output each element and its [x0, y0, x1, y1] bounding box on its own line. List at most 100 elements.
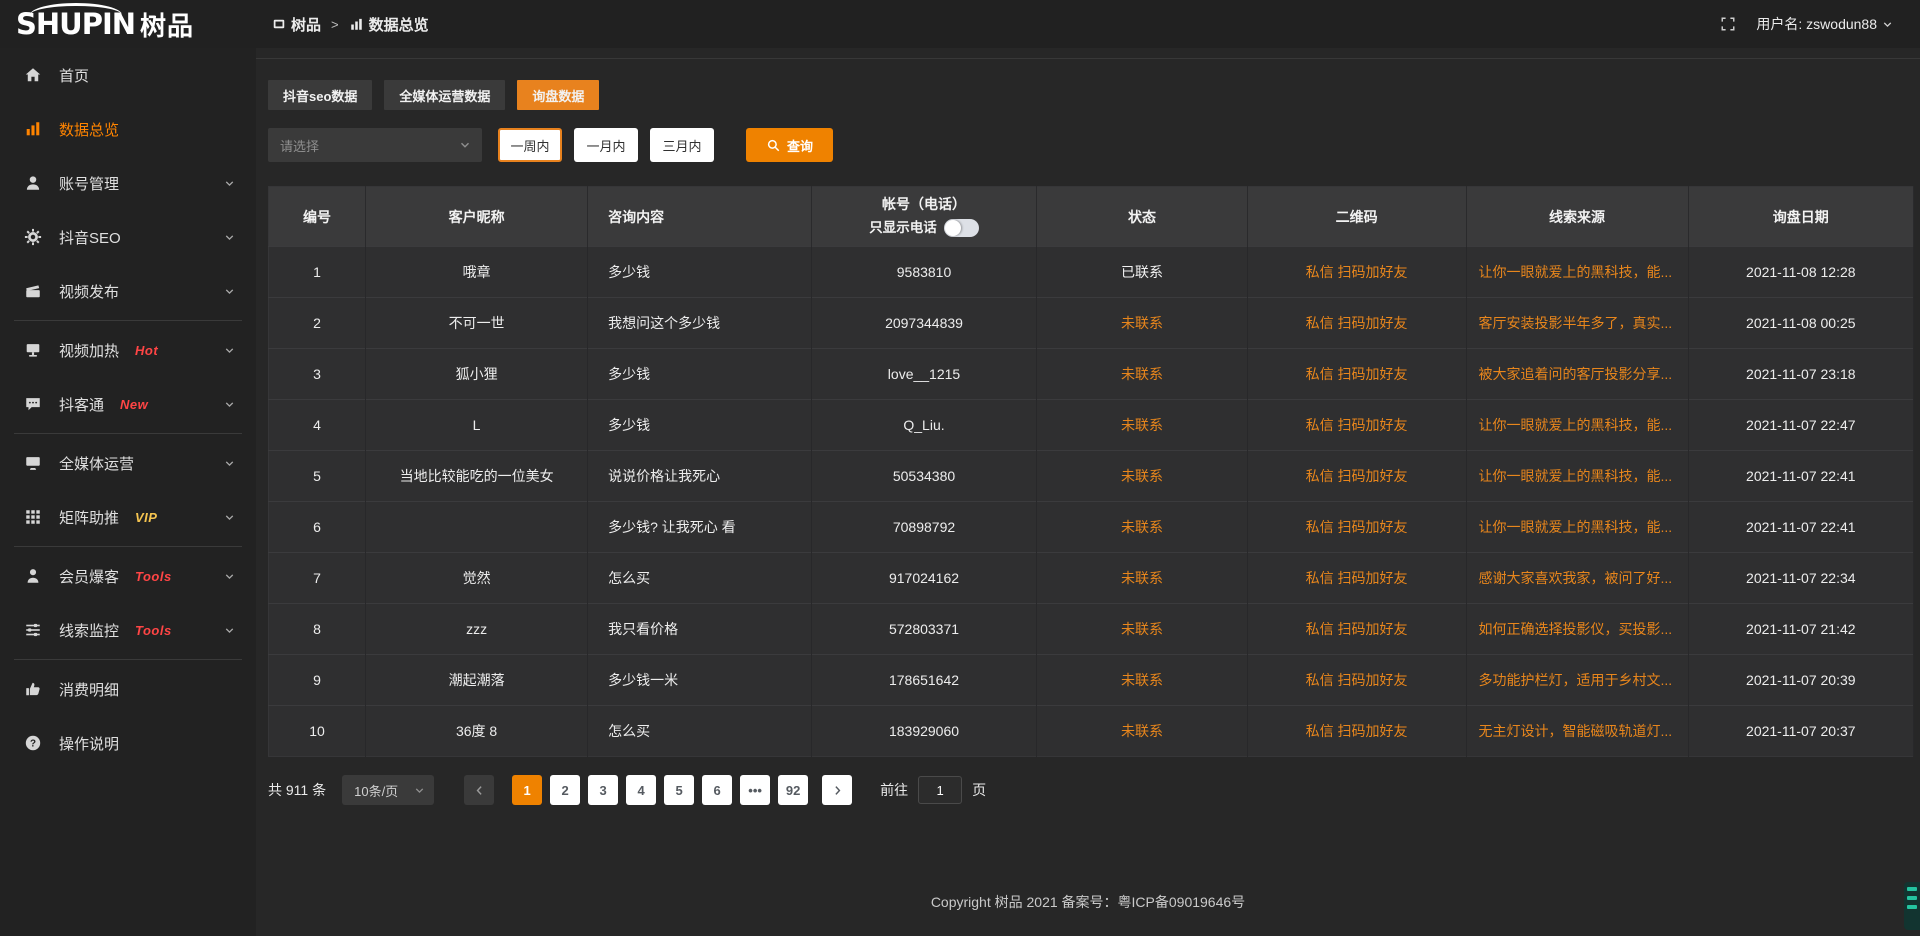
breadcrumb-data-overview[interactable]: 数据总览: [349, 14, 429, 35]
sidebar-item-matrix-boost[interactable]: 矩阵助推 VIP: [0, 490, 256, 544]
widget-icon: [272, 17, 286, 31]
sidebar-item-video-publish[interactable]: 视频发布: [0, 264, 256, 318]
tab-media-ops-data[interactable]: 全媒体运营数据: [384, 80, 505, 110]
cell-source-link[interactable]: 让你一眼就爱上的黑科技，能...: [1466, 247, 1688, 298]
tab-douyin-seo-data[interactable]: 抖音seo数据: [268, 80, 372, 110]
cell-status: 未联系: [1037, 604, 1248, 655]
cell-content: 多少钱: [588, 400, 812, 451]
goto-page-input[interactable]: [918, 776, 962, 804]
sidebar-item-label: 消费明细: [59, 679, 119, 700]
table-row: 8 zzz 我只看价格 572803371 未联系 私信 扫码加好友 如何正确选…: [269, 604, 1914, 655]
cell-qr-links[interactable]: 私信 扫码加好友: [1247, 247, 1466, 298]
cell-source-link[interactable]: 无主灯设计，智能磁吸轨道灯...: [1466, 706, 1688, 757]
fullscreen-icon: [1720, 16, 1736, 32]
fullscreen-button[interactable]: [1720, 16, 1736, 32]
sidebar-item-account-manage[interactable]: 账号管理: [0, 156, 256, 210]
sidebar-item-media-ops[interactable]: 全媒体运营: [0, 436, 256, 490]
col-nickname: 客户昵称: [366, 187, 588, 247]
cell-date: 2021-11-07 20:39: [1688, 655, 1913, 706]
sidebar-item-home[interactable]: 首页: [0, 48, 256, 102]
goto-suffix: 页: [972, 780, 986, 800]
period-three-month[interactable]: 三月内: [650, 128, 714, 162]
cell-account: 70898792: [811, 502, 1036, 553]
period-month[interactable]: 一月内: [574, 128, 638, 162]
tab-inquiry-data[interactable]: 询盘数据: [517, 80, 599, 110]
sidebar-item-help[interactable]: 操作说明: [0, 716, 256, 770]
sidebar-item-douketong[interactable]: 抖客通 New: [0, 377, 256, 431]
cell-qr-links[interactable]: 私信 扫码加好友: [1247, 349, 1466, 400]
cell-source-link[interactable]: 感谢大家喜欢我家，被问了好...: [1466, 553, 1688, 604]
next-page-button[interactable]: [822, 775, 852, 805]
page-5[interactable]: 5: [664, 775, 694, 805]
user-menu[interactable]: 用户名: zswodun88: [1756, 14, 1894, 34]
cell-qr-links[interactable]: 私信 扫码加好友: [1247, 400, 1466, 451]
cell-content: 多少钱? 让我死心 看: [588, 502, 812, 553]
logo-text-cn: 树品: [140, 6, 194, 43]
table-row: 4 L 多少钱 Q_Liu. 未联系 私信 扫码加好友 让你一眼就爱上的黑科技，…: [269, 400, 1914, 451]
sidebar-item-clue-monitor[interactable]: 线索监控 Tools: [0, 603, 256, 657]
page-4[interactable]: 4: [626, 775, 656, 805]
page-size-select[interactable]: 10条/页: [342, 775, 434, 805]
sidebar-item-label: 线索监控: [59, 620, 119, 641]
filter-select[interactable]: 请选择: [268, 128, 482, 162]
cell-content: 怎么买: [588, 706, 812, 757]
period-week[interactable]: 一周内: [498, 128, 562, 162]
gear-icon: [24, 228, 44, 246]
cell-status: 未联系: [1037, 655, 1248, 706]
cell-source-link[interactable]: 让你一眼就爱上的黑科技，能...: [1466, 502, 1688, 553]
prev-page-button[interactable]: [464, 775, 494, 805]
page-92[interactable]: 92: [778, 775, 808, 805]
cell-qr-links[interactable]: 私信 扫码加好友: [1247, 553, 1466, 604]
table-row: 5 当地比较能吃的一位美女 说说价格让我死心 50534380 未联系 私信 扫…: [269, 451, 1914, 502]
page-more[interactable]: •••: [740, 775, 770, 805]
cell-nickname: 潮起潮落: [366, 655, 588, 706]
pagination: 共 911 条 10条/页 1 2 3 4 5: [268, 775, 1914, 805]
page-3[interactable]: 3: [588, 775, 618, 805]
sidebar-item-consume-detail[interactable]: 消费明细: [0, 662, 256, 716]
grid-icon: [24, 508, 44, 526]
sidebar-item-member-baoke[interactable]: 会员爆客 Tools: [0, 549, 256, 603]
bar-chart-icon: [24, 120, 44, 138]
cell-qr-links[interactable]: 私信 扫码加好友: [1247, 604, 1466, 655]
cell-qr-links[interactable]: 私信 扫码加好友: [1247, 502, 1466, 553]
main-content: 抖音seo数据 全媒体运营数据 询盘数据 请选择 一周内 一月内 三月内: [256, 48, 1920, 936]
cell-source-link[interactable]: 多功能护栏灯，适用于乡村文...: [1466, 655, 1688, 706]
cell-date: 2021-11-07 21:42: [1688, 604, 1913, 655]
chat-widget[interactable]: [1904, 882, 1920, 930]
col-no: 编号: [269, 187, 366, 247]
filter-select-placeholder: 请选择: [280, 136, 319, 155]
cell-no: 7: [269, 553, 366, 604]
cell-qr-links[interactable]: 私信 扫码加好友: [1247, 655, 1466, 706]
cell-source-link[interactable]: 被大家追着问的客厅投影分享...: [1466, 349, 1688, 400]
sidebar-divider: [14, 320, 242, 321]
page-6[interactable]: 6: [702, 775, 732, 805]
page-2[interactable]: 2: [550, 775, 580, 805]
cell-source-link[interactable]: 如何正确选择投影仪，买投影...: [1466, 604, 1688, 655]
cell-source-link[interactable]: 让你一眼就爱上的黑科技，能...: [1466, 451, 1688, 502]
cell-nickname: 不可一世: [366, 298, 588, 349]
breadcrumb-separator: >: [331, 17, 339, 32]
chevron-down-icon: [223, 344, 236, 357]
footer-copyright: Copyright 树品 2021 备案号：粤ICP备09019646号: [256, 892, 1920, 912]
search-button[interactable]: 查询: [746, 128, 833, 162]
cell-source-link[interactable]: 客厅安装投影半年多了，真实...: [1466, 298, 1688, 349]
breadcrumb-home[interactable]: 树品: [272, 14, 321, 35]
sidebar-divider: [14, 433, 242, 434]
cell-date: 2021-11-07 22:41: [1688, 502, 1913, 553]
cell-qr-links[interactable]: 私信 扫码加好友: [1247, 298, 1466, 349]
phone-only-toggle[interactable]: [944, 219, 979, 237]
page-1[interactable]: 1: [512, 775, 542, 805]
cell-qr-links[interactable]: 私信 扫码加好友: [1247, 451, 1466, 502]
sidebar-item-data-overview[interactable]: 数据总览: [0, 102, 256, 156]
cell-no: 6: [269, 502, 366, 553]
sidebar-item-label: 首页: [59, 65, 89, 86]
cell-content: 怎么买: [588, 553, 812, 604]
chevron-down-icon: [223, 457, 236, 470]
sidebar-item-douyin-seo[interactable]: 抖音SEO: [0, 210, 256, 264]
sidebar-item-badge: New: [120, 397, 148, 412]
cell-source-link[interactable]: 让你一眼就爱上的黑科技，能...: [1466, 400, 1688, 451]
cell-qr-links[interactable]: 私信 扫码加好友: [1247, 706, 1466, 757]
chat-icon: [24, 395, 44, 413]
cell-no: 2: [269, 298, 366, 349]
sidebar-item-video-heat[interactable]: 视频加热 Hot: [0, 323, 256, 377]
